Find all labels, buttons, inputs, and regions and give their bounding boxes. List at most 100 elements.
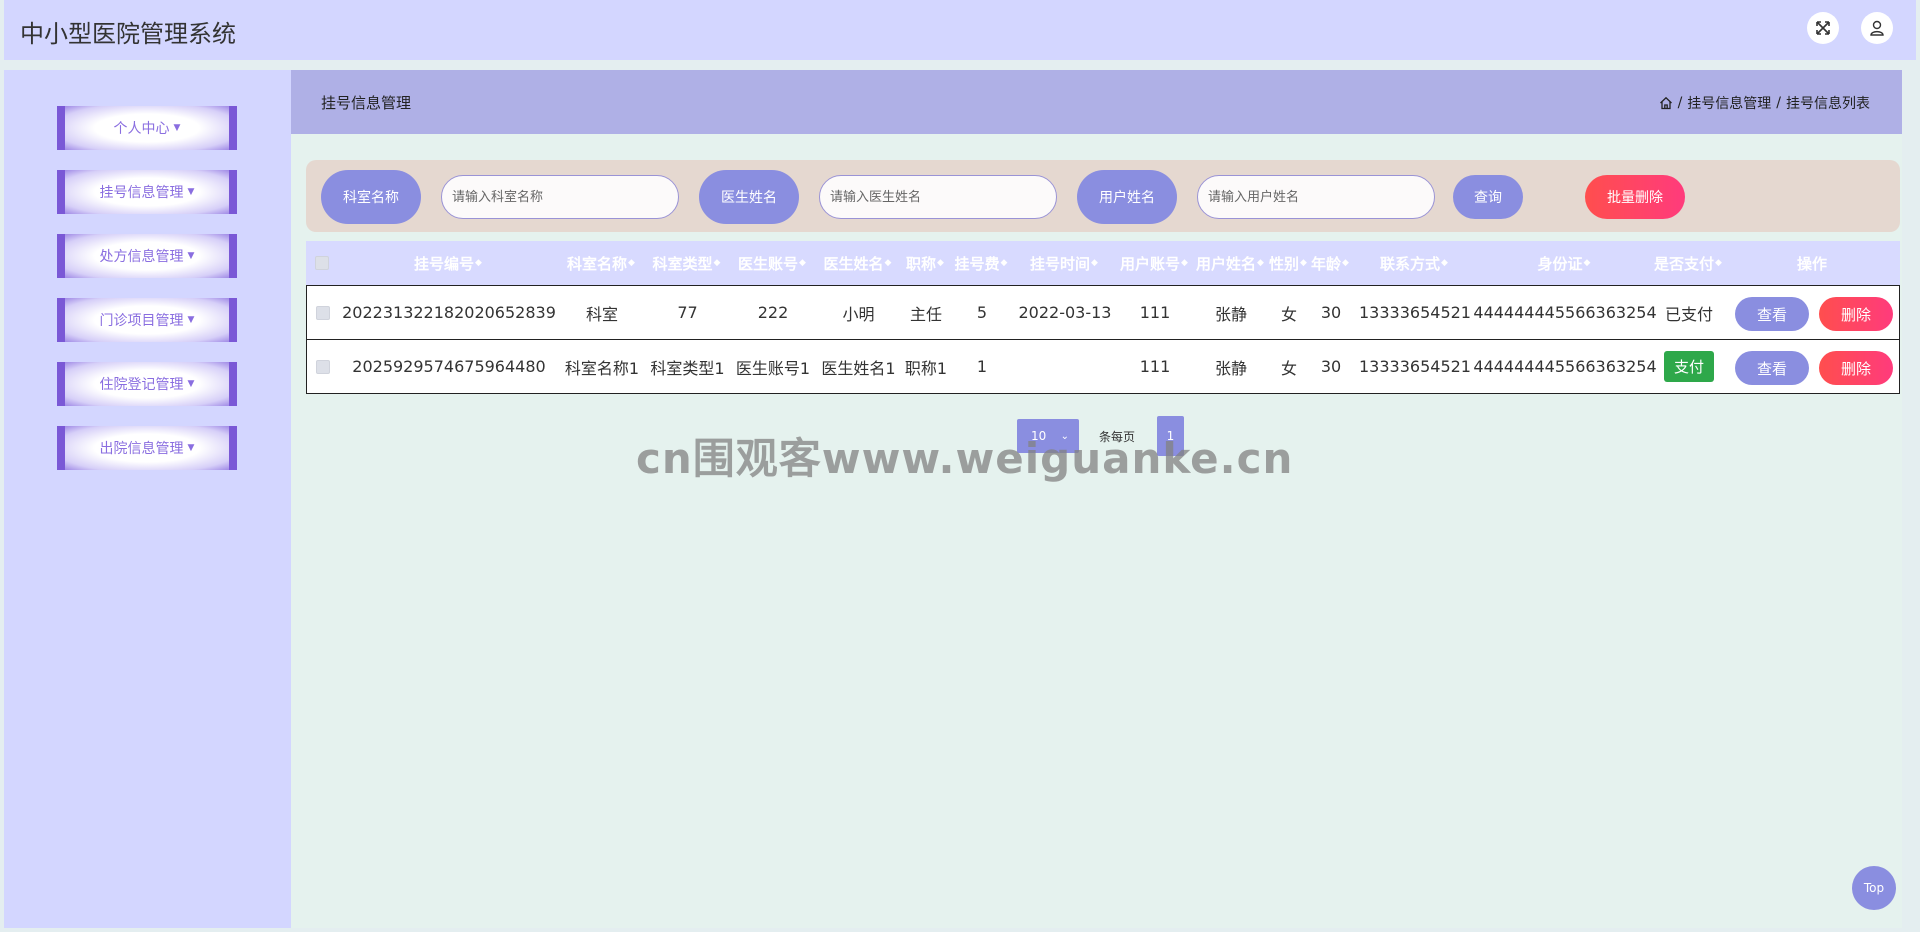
column-header[interactable]: 挂号费 ◆ — [950, 241, 1012, 285]
select-all-checkbox[interactable] — [315, 256, 329, 270]
sort-icon: ◆ — [1257, 258, 1264, 268]
cell-user-account: 111 — [1139, 303, 1171, 322]
sort-icon: ◆ — [1342, 258, 1349, 268]
cell-idcard: 444444445566363254 — [1473, 357, 1657, 376]
user-icon — [1870, 20, 1884, 36]
view-button[interactable]: 查看 — [1735, 351, 1809, 385]
user-button[interactable] — [1861, 12, 1893, 44]
query-button[interactable]: 查询 — [1453, 175, 1523, 219]
sidebar: 个人中心 ▼ 挂号信息管理 ▼ 处方信息管理 ▼ 门诊项目管理 ▼ 住院登记管理 ▼ 出院… — [4, 70, 291, 928]
column-header-label: 挂号编号 — [414, 254, 475, 273]
cell-time: 2022-03-13 — [1018, 303, 1112, 322]
cell-gender: 女 — [1280, 358, 1297, 378]
delete-button[interactable]: 删除 — [1819, 351, 1893, 385]
cell-gender: 女 — [1280, 304, 1297, 324]
column-header[interactable]: 是否支付 ◆ — [1652, 241, 1724, 285]
registration-table: 挂号编号 ◆ 科室名称 ◆ 科室类型 ◆ 医生账号 ◆ 医生姓名 ◆ 职称 ◆ 挂号费 ◆ 挂… — [306, 241, 1900, 394]
sidebar-item-label: 处方信息管理 — [99, 249, 184, 265]
batch-delete-button[interactable]: 批量删除 — [1585, 175, 1685, 219]
sort-icon: ◆ — [713, 258, 721, 268]
sort-icon: ◆ — [1441, 258, 1448, 268]
column-header[interactable]: 科室名称 ◆ — [558, 241, 644, 285]
cell-title: 职称1 — [904, 358, 948, 378]
app-title: 中小型医院管理系统 — [20, 20, 236, 48]
column-header[interactable]: 科室类型 ◆ — [644, 241, 729, 285]
caret-down-icon: ▼ — [187, 315, 195, 325]
sort-icon: ◆ — [1000, 258, 1008, 268]
column-header[interactable]: 医生账号 ◆ — [729, 241, 815, 285]
user-name-input[interactable] — [1197, 175, 1435, 219]
sidebar-item-prescription[interactable]: 处方信息管理 ▼ — [57, 234, 237, 278]
sort-icon: ◆ — [1715, 258, 1722, 268]
cell-fee: 1 — [976, 357, 988, 376]
column-header[interactable]: 性别 ◆ — [1268, 241, 1308, 285]
column-header[interactable]: 身份证 ◆ — [1476, 241, 1652, 285]
doctor-name-label: 医生姓名 — [699, 170, 799, 224]
column-header-label: 操作 — [1796, 254, 1827, 273]
sidebar-item-admission[interactable]: 住院登记管理 ▼ — [57, 362, 237, 406]
home-icon[interactable] — [1659, 96, 1673, 110]
column-header-label: 职称 — [906, 254, 937, 273]
column-header: 操作 — [1724, 241, 1900, 285]
dept-name-input[interactable] — [441, 175, 679, 219]
cell-doctor-name: 小明 — [842, 304, 875, 324]
cell-user-name: 张静 — [1214, 304, 1247, 324]
cell-phone: 13333654521 — [1359, 303, 1471, 322]
column-header-label: 科室名称 — [567, 254, 628, 273]
column-header[interactable]: 医生姓名 ◆ — [815, 241, 900, 285]
sidebar-item-discharge[interactable]: 出院信息管理 ▼ — [57, 426, 237, 470]
sidebar-item-personal-center[interactable]: 个人中心 ▼ — [57, 106, 237, 150]
row-select-cell — [307, 340, 339, 393]
cell-doctor-name: 医生姓名1 — [821, 358, 896, 378]
back-to-top-button[interactable]: Top — [1852, 866, 1896, 910]
column-header-label: 年龄 — [1311, 254, 1342, 273]
cell-phone: 13333654521 — [1359, 357, 1471, 376]
delete-button[interactable]: 删除 — [1819, 297, 1893, 331]
caret-down-icon: ▼ — [187, 379, 195, 389]
view-button[interactable]: 查看 — [1735, 297, 1809, 331]
sidebar-item-outpatient[interactable]: 门诊项目管理 ▼ — [57, 298, 237, 342]
cell-age: 30 — [1320, 303, 1342, 322]
cell-title: 主任 — [909, 304, 942, 324]
table-row: 2022313221820206528​39 科室 77 222 小明 主任 5… — [306, 285, 1900, 340]
cell-paid-status: 支付 — [1653, 340, 1725, 393]
column-header-label: 科室类型 — [652, 254, 713, 273]
search-bar: 科室名称 医生姓名 用户姓名 查询 批量删除 — [306, 160, 1900, 232]
cell-doctor-account: 222 — [757, 303, 789, 322]
cell-dept-name: 科室 — [585, 304, 618, 324]
column-header-label: 医生账号 — [738, 254, 799, 273]
cell-age: 30 — [1320, 357, 1342, 376]
cell-user-name: 张静 — [1214, 358, 1247, 378]
cell-fee: 5 — [976, 303, 988, 322]
caret-down-icon: ▼ — [173, 123, 181, 133]
column-header[interactable]: 职称 ◆ — [900, 241, 950, 285]
breadcrumb-item[interactable]: 挂号信息管理 — [1687, 93, 1771, 113]
column-header[interactable]: 用户账号 ◆ — [1116, 241, 1192, 285]
column-header[interactable]: 年龄 ◆ — [1308, 241, 1352, 285]
column-header-label: 用户姓名 — [1196, 254, 1257, 273]
sidebar-item-registration[interactable]: 挂号信息管理 ▼ — [57, 170, 237, 214]
row-checkbox[interactable] — [316, 359, 330, 374]
column-header[interactable]: 挂号时间 ◆ — [1012, 241, 1116, 285]
cell-doctor-account: 医生账号1 — [735, 358, 811, 378]
cell-registration-id: 2025929574675964480 — [352, 357, 546, 376]
sort-icon: ◆ — [1181, 258, 1188, 268]
sidebar-item-label: 住院登记管理 — [99, 377, 184, 393]
expand-icon — [1816, 21, 1830, 35]
doctor-name-input[interactable] — [819, 175, 1057, 219]
column-header[interactable]: 联系方式 ◆ — [1352, 241, 1476, 285]
sort-icon: ◆ — [1091, 258, 1098, 268]
sort-icon: ◆ — [628, 258, 635, 268]
sidebar-item-label: 门诊项目管理 — [99, 313, 184, 329]
caret-down-icon: ▼ — [187, 187, 195, 197]
top-header: 中小型医院管理系统 — [4, 0, 1916, 60]
column-header-label: 用户账号 — [1120, 254, 1181, 273]
column-header[interactable]: 挂号编号 ◆ — [338, 241, 558, 285]
fullscreen-button[interactable] — [1807, 12, 1839, 44]
select-all-cell — [306, 241, 338, 285]
pay-button[interactable]: 支付 — [1664, 351, 1714, 382]
column-header[interactable]: 用户姓名 ◆ — [1192, 241, 1268, 285]
sort-icon: ◆ — [884, 258, 892, 268]
sort-icon: ◆ — [475, 258, 482, 268]
row-checkbox[interactable] — [316, 305, 330, 320]
